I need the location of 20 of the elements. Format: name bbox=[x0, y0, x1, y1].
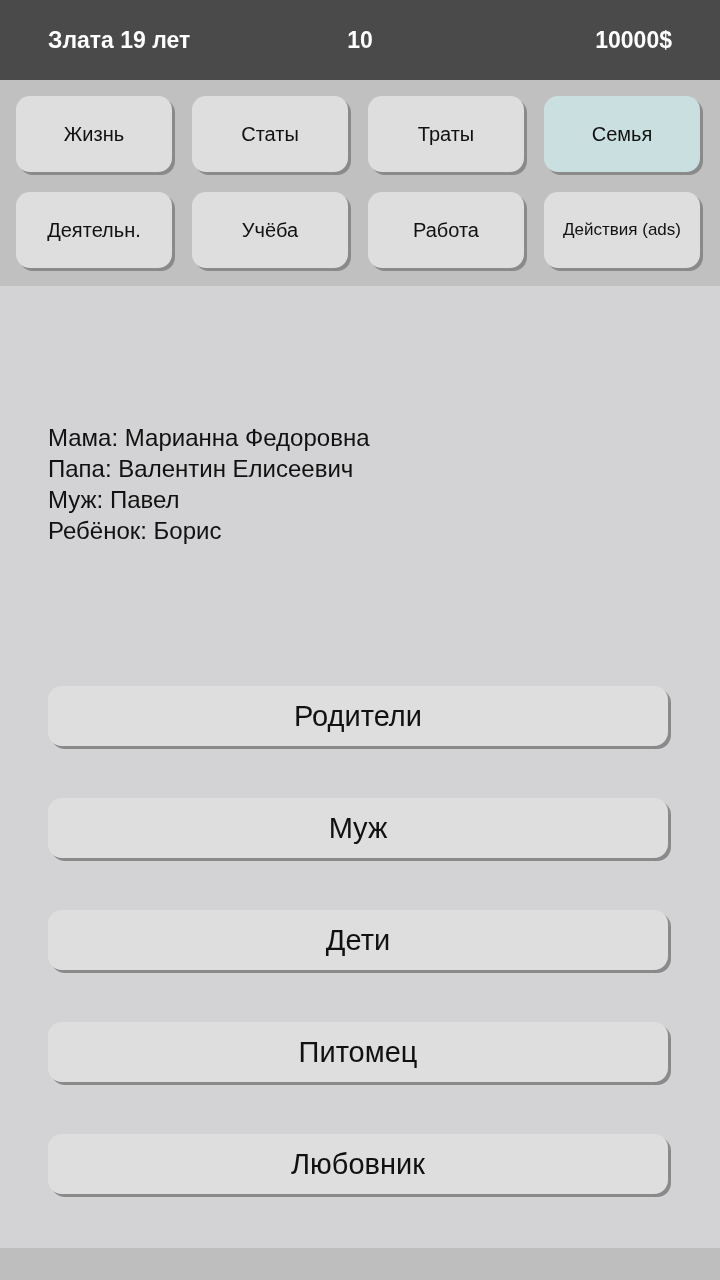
tab[interactable]: Деятельн. bbox=[16, 192, 172, 268]
counter-text: 10 bbox=[347, 26, 373, 54]
action-button[interactable]: Муж bbox=[48, 798, 668, 858]
tab[interactable]: Статы bbox=[192, 96, 348, 172]
action-button[interactable]: Дети bbox=[48, 910, 668, 970]
tab[interactable]: Учёба bbox=[192, 192, 348, 268]
family-member-text: Папа: Валентин Елисеевич bbox=[48, 454, 355, 484]
money-text: 10000$ bbox=[595, 26, 672, 54]
family-member-text: Муж: Павел bbox=[48, 485, 181, 515]
action-button[interactable]: Родители bbox=[48, 686, 668, 746]
tab[interactable]: Действия (ads) bbox=[544, 192, 700, 268]
family-member-text: Ребёнок: Борис bbox=[48, 516, 223, 546]
action-button[interactable]: Питомец bbox=[48, 1022, 668, 1082]
action-button[interactable]: Любовник bbox=[48, 1134, 668, 1194]
character-name-age: Злата 19 лет bbox=[48, 26, 191, 54]
tab[interactable]: Жизнь bbox=[16, 96, 172, 172]
tab[interactable]: Работа bbox=[368, 192, 524, 268]
family-member-text: Мама: Марианна Федоровна bbox=[48, 423, 371, 453]
tab[interactable]: Траты bbox=[368, 96, 524, 172]
tab[interactable]: Семья bbox=[544, 96, 700, 172]
